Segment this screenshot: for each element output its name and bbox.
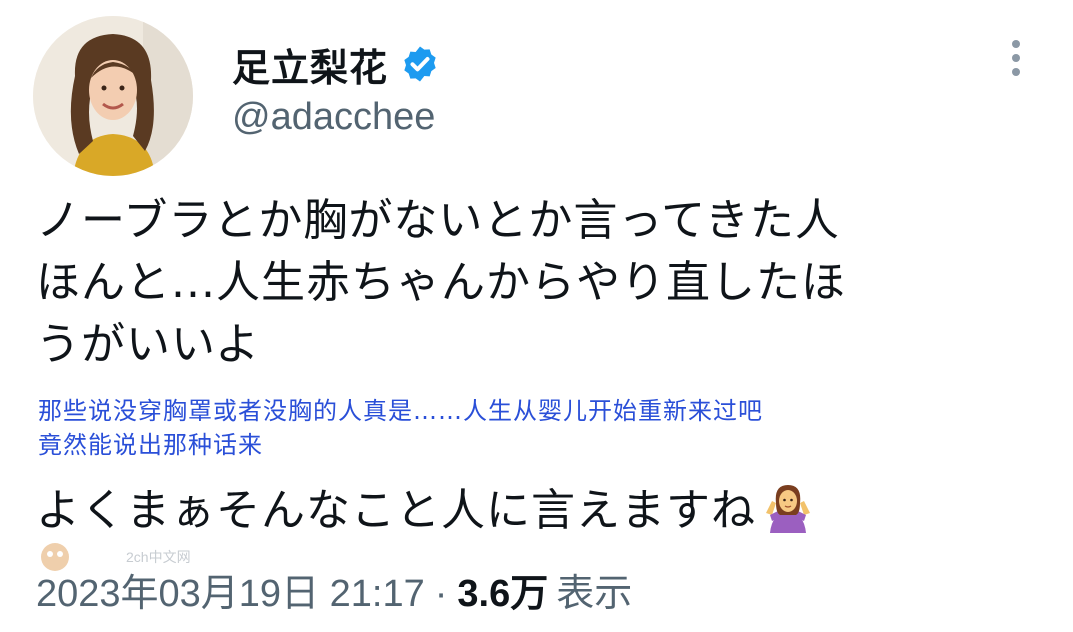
tweet-text-japanese: ノーブラとか胸がないとか言ってきた人 ほんと...人生赤ちゃんからやり直したほ … — [36, 190, 1046, 376]
tweet-text-line: うがいいよ — [36, 319, 261, 370]
meta-separator: · — [434, 573, 448, 615]
views-count: 3.6万 — [457, 573, 549, 615]
tweet-datetime[interactable]: 2023年03月19日 21:17 — [36, 562, 425, 617]
views-label: 表示 — [556, 573, 633, 615]
translation-line: 那些说没穿胸罩或者没胸的人真是……人生从婴儿开始重新来过吧 — [38, 397, 763, 425]
translation-text: 那些说没穿胸罩或者没胸的人真是……人生从婴儿开始重新来过吧 竟然能说出那种话来 — [38, 394, 1048, 462]
verified-badge-icon — [404, 46, 436, 82]
tweet-text-line: よくまぁそんなこと人に言えますね — [36, 485, 756, 536]
more-vertical-icon[interactable] — [1006, 40, 1026, 82]
tweet-meta: 2023年03月19日 21:17 · 3.6万 表示 — [36, 562, 632, 617]
translation-line: 竟然能说出那种话来 — [38, 431, 263, 459]
avatar[interactable] — [33, 16, 193, 176]
user-handle[interactable]: @adacchee — [232, 96, 435, 139]
person-shrugging-emoji — [766, 485, 810, 533]
display-name[interactable]: 足立梨花 — [232, 37, 388, 92]
tweet-text-japanese-continued: よくまぁそんなこと人に言えますね — [36, 480, 1046, 542]
tweet-text-line: ほんと...人生赤ちゃんからやり直したほ — [36, 257, 846, 308]
avatar-image — [33, 16, 193, 176]
tweet-text-line: ノーブラとか胸がないとか言ってきた人 — [36, 195, 840, 246]
user-name-row: 足立梨花 — [232, 34, 440, 94]
tweet-card: 足立梨花 @adacchee ノーブラとか胸がないとか言ってきた人 ほんと...… — [0, 0, 1073, 632]
